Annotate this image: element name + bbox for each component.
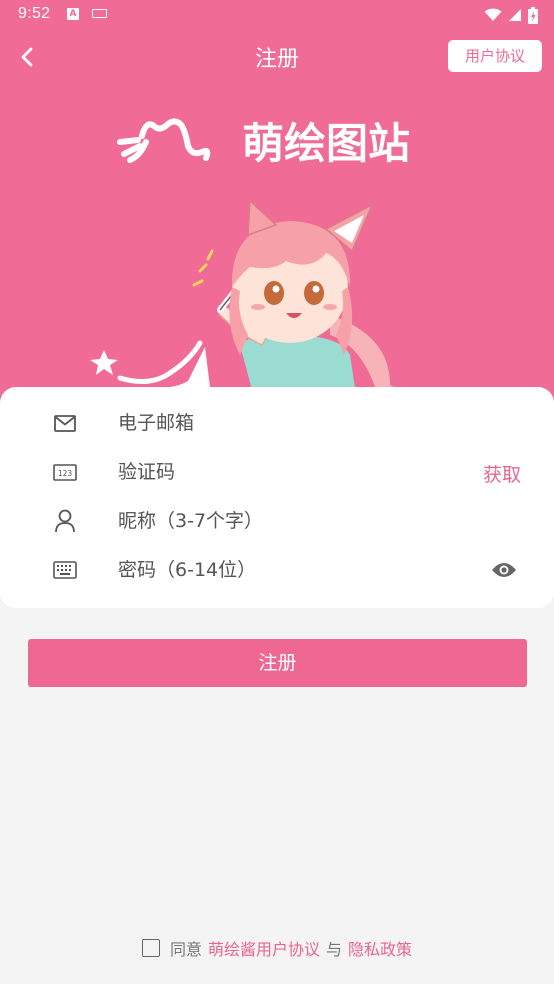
app-logo: 萌绘图站 bbox=[117, 118, 410, 168]
hero-banner: 9:52 A 注册 用户协议 萌绘图站 bbox=[0, 0, 554, 420]
keyboard-icon bbox=[53, 558, 77, 582]
person-icon bbox=[53, 509, 77, 533]
register-button[interactable]: 注册 bbox=[28, 639, 527, 687]
email-row bbox=[0, 399, 554, 448]
sparkle-icon bbox=[90, 350, 118, 375]
text-a-icon: A bbox=[67, 8, 79, 20]
agree-text: 同意 bbox=[169, 940, 202, 959]
signal-icon bbox=[509, 9, 521, 21]
register-form: 123 获取 bbox=[0, 387, 554, 608]
app-bar: 注册 用户协议 bbox=[0, 30, 554, 82]
and-text: 与 bbox=[326, 940, 343, 959]
numeric-keypad-icon: 123 bbox=[53, 460, 77, 484]
battery-icon bbox=[528, 6, 538, 24]
keyboard-icon bbox=[92, 9, 107, 18]
show-password-toggle[interactable] bbox=[491, 560, 517, 580]
system-icons bbox=[484, 6, 538, 24]
password-row bbox=[0, 546, 554, 595]
get-code-button[interactable]: 获取 bbox=[483, 460, 521, 487]
user-agreement-link[interactable]: 萌绘酱用户协议 bbox=[208, 936, 320, 960]
eye-icon bbox=[492, 563, 516, 577]
mail-icon bbox=[53, 411, 77, 435]
status-bar: 9:52 A bbox=[0, 0, 554, 30]
agree-checkbox[interactable] bbox=[141, 939, 160, 957]
privacy-policy-link[interactable]: 隐私政策 bbox=[348, 936, 412, 960]
wifi-icon bbox=[484, 8, 502, 21]
code-row: 123 获取 bbox=[0, 448, 554, 497]
password-field[interactable] bbox=[118, 556, 448, 584]
status-time: 9:52 bbox=[18, 5, 51, 22]
svg-text:123: 123 bbox=[58, 469, 73, 478]
verification-code-field[interactable] bbox=[118, 458, 448, 486]
user-agreement-button[interactable]: 用户协议 bbox=[448, 40, 542, 72]
agreement-footer: 同意 萌绘酱用户协议 与 隐私政策 bbox=[0, 935, 554, 961]
app-logo-text: 萌绘图站 bbox=[242, 119, 410, 168]
nickname-field[interactable] bbox=[118, 507, 448, 535]
nickname-row bbox=[0, 497, 554, 546]
email-field[interactable] bbox=[118, 409, 448, 437]
